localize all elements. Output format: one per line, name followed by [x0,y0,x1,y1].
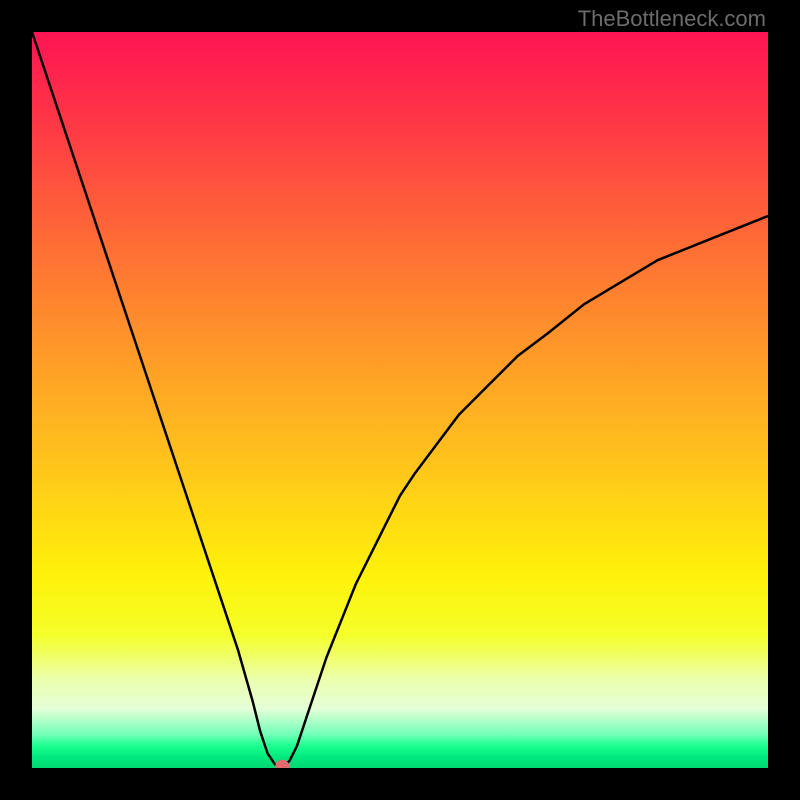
chart-svg [32,32,768,768]
chart-background [32,32,768,768]
chart-frame: TheBottleneck.com [0,0,800,800]
watermark-text: TheBottleneck.com [578,6,766,32]
chart-plot-area [32,32,768,768]
